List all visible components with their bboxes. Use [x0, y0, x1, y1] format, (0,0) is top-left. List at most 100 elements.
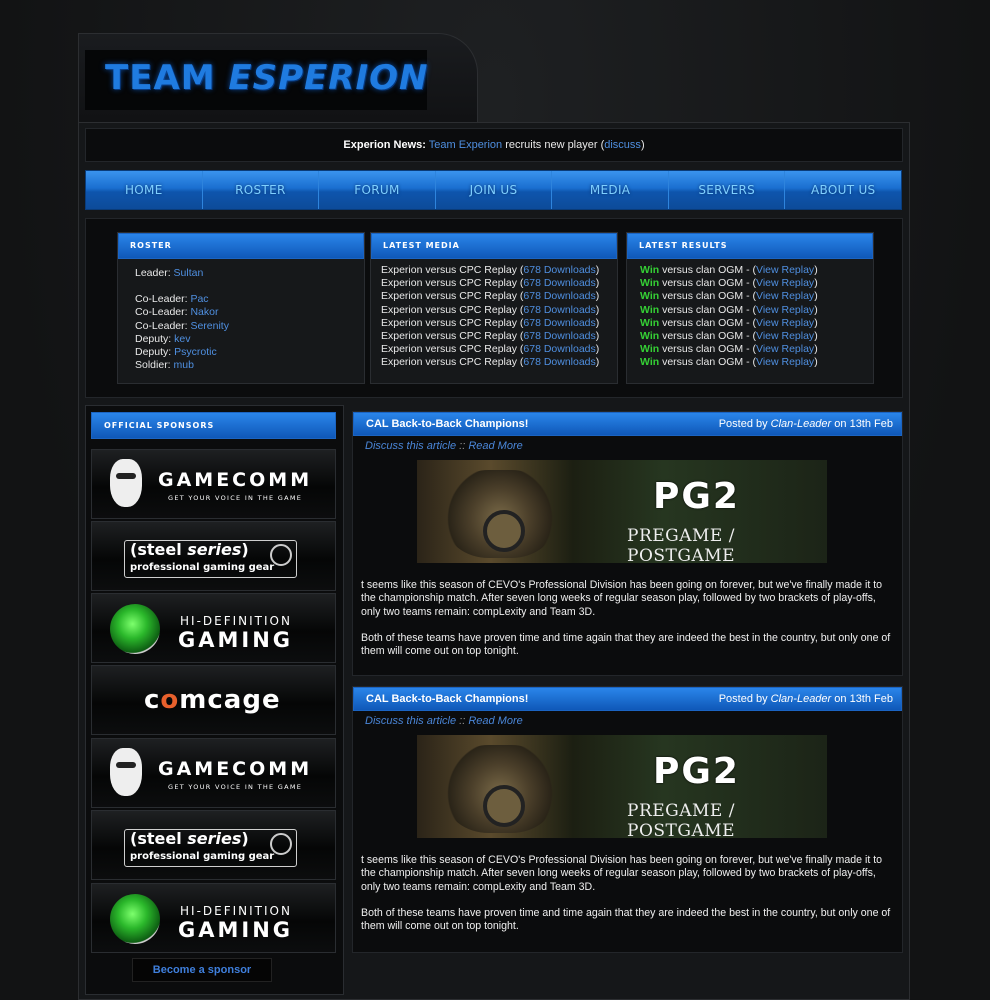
media-download-link[interactable]: 678 Downloads: [523, 343, 595, 355]
view-replay-link[interactable]: View Replay: [756, 343, 814, 355]
logo-word-team: TEAM: [105, 58, 229, 98]
result-win-label: Win: [640, 264, 660, 276]
steelseries-name-a: (steel: [130, 540, 188, 559]
links-separator: ::: [459, 715, 466, 727]
article-body: t seems like this season of CEVO's Profe…: [353, 579, 902, 658]
media-item-close: ): [595, 316, 600, 329]
view-replay-link[interactable]: View Replay: [756, 264, 814, 276]
result-win-label: Win: [640, 303, 660, 316]
media-download-link[interactable]: 678 Downloads: [523, 277, 595, 289]
sponsor-hidef-gaming[interactable]: HI-DEFINITION GAMING: [91, 883, 336, 953]
article-title[interactable]: CAL Back-to-Back Champions!: [366, 693, 528, 705]
posted-by-label: Posted by: [718, 418, 768, 430]
roster-row: Soldier: mub: [135, 359, 354, 372]
hidef-top-text: HI-DEFINITION: [180, 614, 292, 628]
gamecomm-face-icon: [110, 748, 142, 796]
result-close: ): [814, 277, 818, 290]
sponsor-gamecomm[interactable]: GAMECOMM GET YOUR VOICE IN THE GAME: [91, 449, 336, 519]
sponsor-steelseries[interactable]: (steel series) professional gaming gear: [91, 521, 336, 591]
hidef-orb-icon: [110, 604, 160, 654]
nav-media[interactable]: MEDIA: [552, 171, 669, 209]
hidef-bottom-text: GAMING: [178, 628, 294, 652]
roster-member-link[interactable]: Serenity: [190, 320, 229, 332]
media-item-text: Experion versus CPC Replay (: [381, 290, 524, 303]
roster-role: Deputy:: [135, 332, 172, 345]
news-close: ): [640, 139, 645, 151]
roster-member-link[interactable]: kev: [174, 333, 190, 345]
result-win-label: Win: [640, 330, 660, 343]
result-close: ): [814, 290, 818, 303]
media-download-link[interactable]: 678 Downloads: [523, 304, 595, 316]
roster-row: Deputy: kev: [135, 333, 354, 346]
read-more-link[interactable]: Read More: [468, 440, 522, 452]
media-download-link[interactable]: 678 Downloads: [523, 290, 595, 302]
roster-member-link[interactable]: Sultan: [174, 267, 204, 279]
roster-member-link[interactable]: mub: [174, 359, 194, 371]
view-replay-link[interactable]: View Replay: [756, 290, 814, 302]
roster-role: Deputy:: [135, 346, 172, 359]
article-title[interactable]: CAL Back-to-Back Champions!: [366, 418, 528, 430]
sponsor-gamecomm[interactable]: GAMECOMM GET YOUR VOICE IN THE GAME: [91, 738, 336, 808]
read-more-link[interactable]: Read More: [468, 715, 522, 727]
view-replay-link[interactable]: View Replay: [756, 304, 814, 316]
news-ticker: Experion News: Team Experion recruits ne…: [85, 128, 903, 162]
result-text: versus clan OGM - (: [659, 303, 757, 316]
result-item: Win versus clan OGM - (View Replay): [640, 317, 863, 330]
comcage-name: comcage: [144, 685, 281, 715]
nav-roster[interactable]: ROSTER: [203, 171, 320, 209]
roster-member-link[interactable]: Psycrotic: [174, 346, 217, 358]
roster-panel: Roster Leader: Sultan Co-Leader: Pac Co-…: [117, 232, 365, 384]
media-item-close: ): [595, 277, 600, 290]
news-team-link[interactable]: Team Experion: [429, 139, 502, 151]
media-download-link[interactable]: 678 Downloads: [523, 264, 595, 276]
result-win-label: Win: [640, 277, 660, 290]
result-text: versus clan OGM - (: [659, 277, 757, 290]
discuss-article-link[interactable]: Discuss this article: [365, 715, 456, 727]
media-download-link[interactable]: 678 Downloads: [523, 317, 595, 329]
view-replay-link[interactable]: View Replay: [756, 317, 814, 329]
media-download-link[interactable]: 678 Downloads: [523, 356, 595, 368]
roster-member-link[interactable]: Nakor: [190, 306, 218, 318]
gamecomm-name: GAMECOMM: [158, 758, 313, 780]
roster-role: Co-Leader:: [135, 293, 188, 306]
news-discuss-link[interactable]: discuss: [604, 139, 641, 151]
result-text: versus clan OGM - (: [659, 316, 757, 329]
roster-leader: Leader: Sultan: [135, 267, 354, 280]
steelseries-name: (steel series): [130, 829, 249, 848]
nav-about-us[interactable]: ABOUT US: [785, 171, 901, 209]
media-download-link[interactable]: 678 Downloads: [523, 330, 595, 342]
nav-forum[interactable]: FORUM: [319, 171, 436, 209]
sponsor-comcage[interactable]: comcage: [91, 665, 336, 735]
nav-servers[interactable]: SERVERS: [669, 171, 786, 209]
roster-role: Leader:: [135, 267, 171, 279]
logo-word-esperion: ESPERION: [228, 58, 429, 98]
discuss-article-link[interactable]: Discuss this article: [365, 440, 456, 452]
result-item: Win versus clan OGM - (View Replay): [640, 304, 863, 317]
gamecomm-name: GAMECOMM: [158, 469, 313, 491]
media-item-close: ): [595, 264, 600, 276]
sponsors-title: Official Sponsors: [91, 412, 336, 439]
site-logo[interactable]: TEAM ESPERION: [105, 58, 428, 98]
become-sponsor-button[interactable]: Become a sponsor: [132, 958, 272, 982]
view-replay-link[interactable]: View Replay: [756, 356, 814, 368]
sponsor-steelseries[interactable]: (steel series) professional gaming gear: [91, 810, 336, 880]
article-banner: PG2 PREGAME / POSTGAME: [417, 460, 827, 563]
roster-member-link[interactable]: Pac: [190, 293, 208, 305]
media-item-close: ): [595, 356, 600, 369]
roster-row: Deputy: Psycrotic: [135, 346, 354, 359]
view-replay-link[interactable]: View Replay: [756, 277, 814, 289]
article-date: on 13th Feb: [834, 693, 893, 705]
media-item: Experion versus CPC Replay (678 Download…: [381, 264, 607, 277]
view-replay-link[interactable]: View Replay: [756, 330, 814, 342]
nav-home[interactable]: HOME: [86, 171, 203, 209]
results-panel: Latest Results Win versus clan OGM - (Vi…: [626, 232, 874, 384]
nav-join-us[interactable]: JOIN US: [436, 171, 553, 209]
article-author-link[interactable]: Clan-Leader: [771, 418, 832, 430]
robot-image: [445, 470, 555, 558]
article-author-link[interactable]: Clan-Leader: [771, 693, 832, 705]
banner-title: PG2: [653, 476, 740, 517]
sponsor-hidef-gaming[interactable]: HI-DEFINITION GAMING: [91, 593, 336, 663]
main-navigation: HOME ROSTER FORUM JOIN US MEDIA SERVERS …: [85, 170, 902, 210]
roster-role: Soldier:: [135, 359, 171, 372]
media-list: Experion versus CPC Replay (678 Download…: [371, 259, 617, 375]
